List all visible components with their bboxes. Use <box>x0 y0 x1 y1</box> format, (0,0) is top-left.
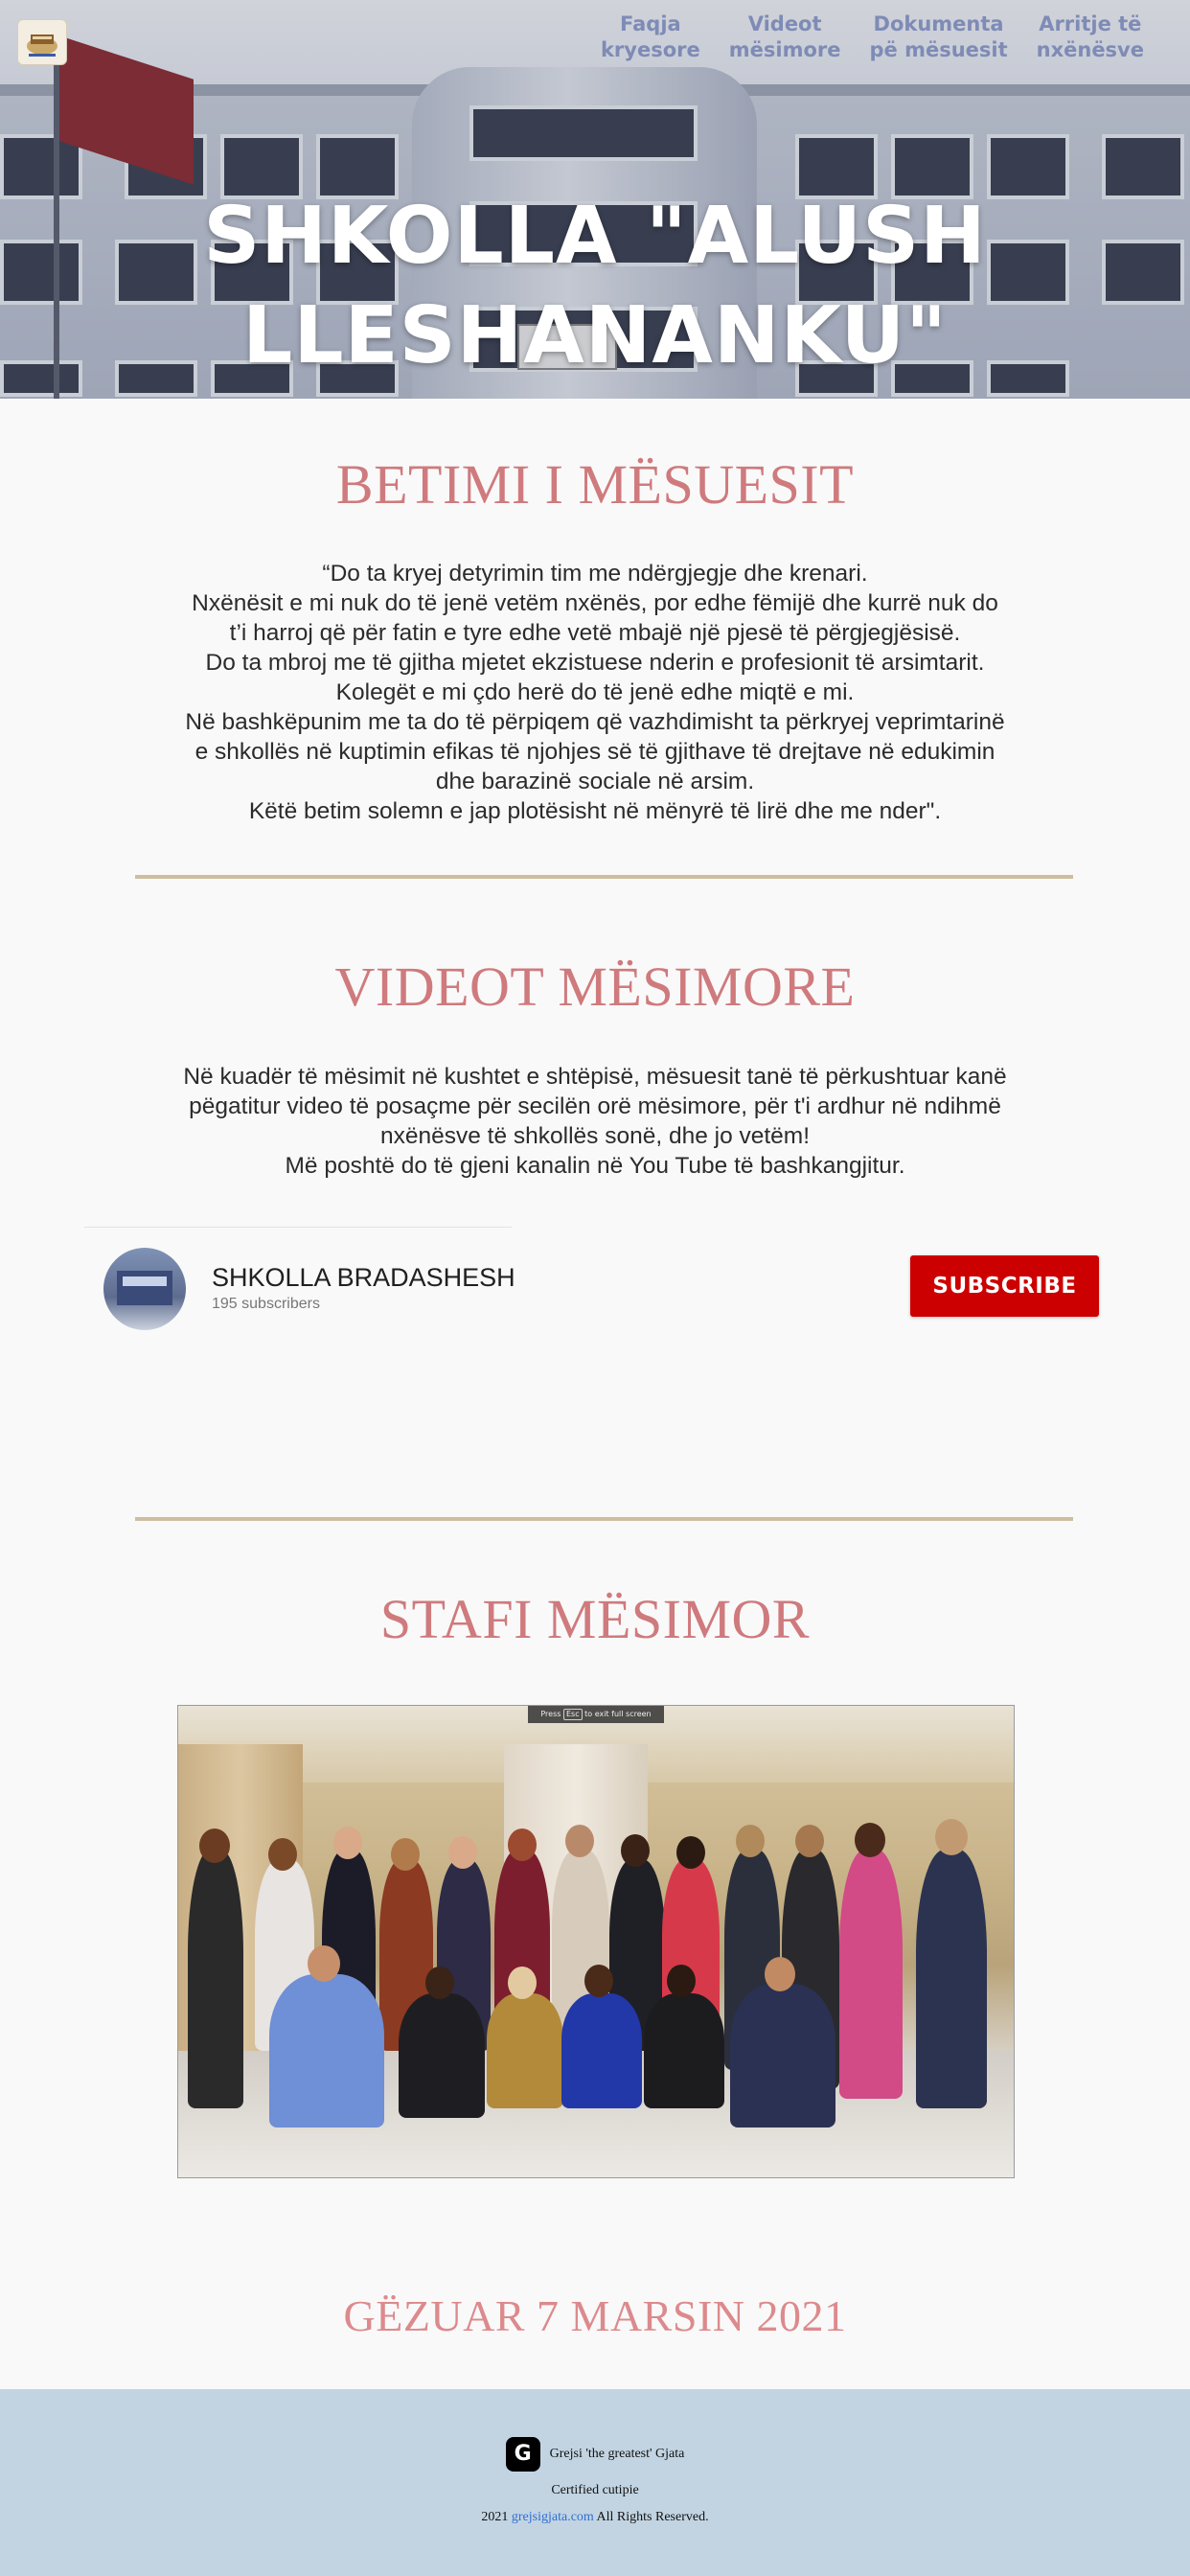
hero-title: SHKOLLA "ALUSH LLESHANANKU" <box>203 190 987 381</box>
footer: G Grejsi 'the greatest' Gjata Certified … <box>0 2389 1190 2576</box>
main-nav: Faqja kryesore Videot mësimore Dokumenta… <box>601 12 1144 63</box>
staff-photo[interactable]: Press Esc to exit full screen <box>177 1705 1015 2178</box>
nav-item-achievements[interactable]: Arritje të nxënësve <box>1037 12 1144 63</box>
greeting-title: GËZUAR 7 MARSIN 2021 <box>343 2291 847 2340</box>
channel-name[interactable]: SHKOLLA BRADASHESH <box>212 1263 515 1293</box>
subscriber-count: 195 subscribers <box>212 1296 320 1312</box>
staff-title: STAFI MËSIMOR <box>379 1588 811 1650</box>
oath-title: BETIMI I MËSUESIT <box>335 453 855 516</box>
fullscreen-hint: Press Esc to exit full screen <box>528 1706 664 1723</box>
section-divider <box>135 875 1073 879</box>
videos-title: VIDEOT MËSIMORE <box>334 955 856 1018</box>
subscribe-button[interactable]: SUBSCRIBE <box>910 1255 1099 1317</box>
footer-logo-icon: G <box>505 2437 540 2472</box>
book-emblem-icon <box>27 34 57 57</box>
channel-avatar[interactable] <box>103 1248 186 1330</box>
section-divider <box>135 1517 1073 1521</box>
nav-item-videos[interactable]: Videot mësimore <box>729 12 841 63</box>
nav-item-home[interactable]: Faqja kryesore <box>601 12 700 63</box>
footer-link[interactable]: grejsigjata.com <box>512 2510 594 2524</box>
videos-text: Në kuadër të mësimit në kushtet e shtëpi… <box>183 1064 1007 1179</box>
footer-brand-name: Grejsi 'the greatest' Gjata <box>549 2447 685 2461</box>
site-logo[interactable] <box>17 19 67 65</box>
nav-item-documents[interactable]: Dokumenta pë mësuesit <box>869 12 1007 63</box>
footer-brand: G Grejsi 'the greatest' Gjata <box>0 2437 1190 2472</box>
footer-certified: Certified cutipie <box>551 2483 639 2497</box>
footer-copyright: 2021 grejsigjata.com All Rights Reserved… <box>481 2510 709 2524</box>
oath-text: “Do ta kryej detyrimin tim me ndërgjegje… <box>185 561 1005 824</box>
